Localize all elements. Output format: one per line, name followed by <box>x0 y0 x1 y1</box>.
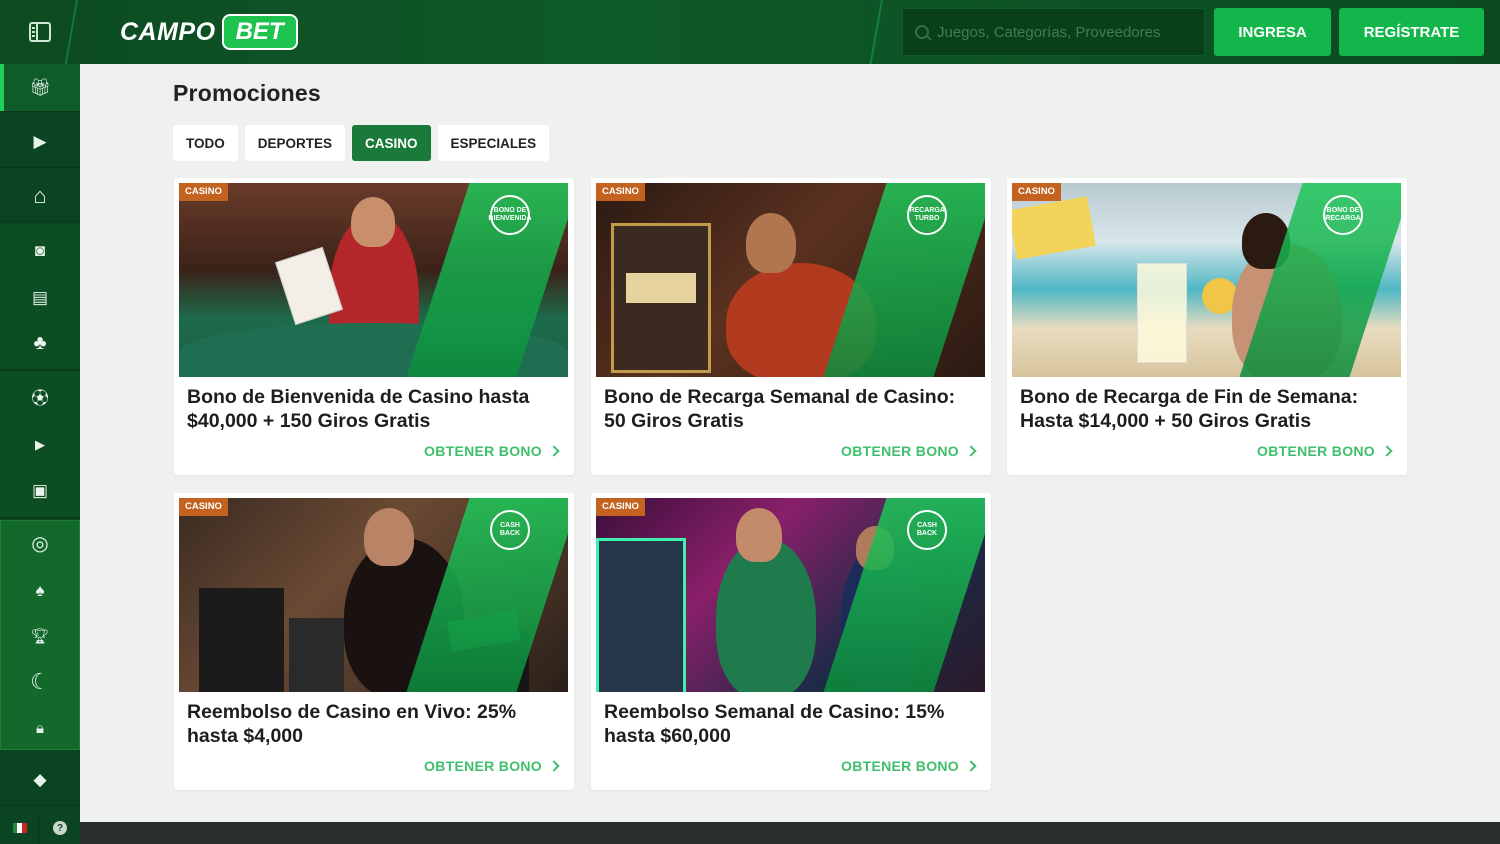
cashback-badge-icon: CASH BACK <box>490 510 530 550</box>
trophy-icon: 🏆︎ <box>30 627 50 645</box>
lock-icon: 🔒︎ <box>36 719 44 737</box>
sidebar-item-live-casino[interactable]: ▤ <box>0 274 80 320</box>
sidebar-toggle-icon[interactable] <box>29 22 51 42</box>
promo-image: CASH BACK <box>179 498 568 692</box>
help-button[interactable]: ? <box>40 812 80 844</box>
sidebar-item-vip[interactable]: ◆ <box>0 754 80 806</box>
language-selector[interactable] <box>0 812 40 844</box>
slot-icon: ◙ <box>34 240 46 260</box>
chevron-right-icon <box>548 760 560 772</box>
target-icon: ◎ <box>31 533 49 555</box>
get-bonus-label: OBTENER BONO <box>424 758 542 774</box>
sidebar-item-live-sports[interactable]: ▶ <box>0 422 80 466</box>
get-bonus-link[interactable]: OBTENER BONO <box>841 758 977 774</box>
logo[interactable]: CAMPO BET <box>120 14 298 50</box>
promo-title: Bono de Recarga Semanal de Casino: 50 Gi… <box>604 386 956 432</box>
cashback-badge-icon: CASH BACK <box>907 510 947 550</box>
get-bonus-link[interactable]: OBTENER BONO <box>841 443 977 459</box>
gift-icon: 🎁︎ <box>29 78 51 97</box>
register-button[interactable]: REGÍSTRATE <box>1339 8 1484 56</box>
header-decoration <box>860 0 894 64</box>
header-decoration <box>58 0 86 64</box>
promo-card[interactable]: RECARGA TURBO CASINO Bono de Recarga Sem… <box>591 178 991 475</box>
search-icon <box>915 25 929 39</box>
tab-todo[interactable]: TODO <box>173 125 238 161</box>
category-tag: CASINO <box>596 183 645 201</box>
search-box[interactable] <box>902 8 1205 56</box>
sidebar-item-lottery[interactable]: ♣ <box>0 320 80 366</box>
get-bonus-label: OBTENER BONO <box>424 443 542 459</box>
tab-casino[interactable]: CASINO <box>352 125 431 161</box>
promo-card[interactable]: BONO DE BIENVENIDA CASINO Bono de Bienve… <box>174 178 574 475</box>
sidebar-item-home[interactable]: ⌂ <box>0 170 80 222</box>
diamond-icon: ◆ <box>33 770 47 789</box>
promo-card[interactable]: CASH BACK CASINO Reembolso Semanal de Ca… <box>591 493 991 790</box>
promo-title: Bono de Recarga de Fin de Semana: Hasta … <box>1020 386 1359 432</box>
top-header: CAMPO BET INGRESA REGÍSTRATE <box>0 0 1500 64</box>
esports-icon: ▣ <box>31 480 49 500</box>
get-bonus-link[interactable]: OBTENER BONO <box>424 443 560 459</box>
get-bonus-link[interactable]: OBTENER BONO <box>1257 443 1393 459</box>
category-tag: CASINO <box>179 498 228 516</box>
sidebar-item-esports[interactable]: ▣ <box>0 468 80 512</box>
sidebar-item-play[interactable]: ▶ <box>0 116 80 168</box>
sidebar-item-sports[interactable]: ⚽︎ <box>0 376 80 420</box>
promo-tabs: TODO DEPORTES CASINO ESPECIALES <box>173 125 550 161</box>
sidebar-item-slots[interactable]: ◙ <box>0 228 80 272</box>
promo-title: Reembolso Semanal de Casino: 15% hasta $… <box>604 701 945 747</box>
clover-icon: ♣ <box>33 332 47 354</box>
sidebar-item-tournaments[interactable]: 🏆︎ <box>0 614 80 658</box>
bonus-badge-icon: BONO DE BIENVENIDA <box>488 195 532 235</box>
logo-text-bet: BET <box>221 14 298 50</box>
sidebar-item-promotions[interactable]: 🎁︎ <box>0 64 80 112</box>
get-bonus-label: OBTENER BONO <box>841 443 959 459</box>
chevron-right-icon <box>1381 445 1393 457</box>
sidebar-footer: ? <box>0 812 80 844</box>
sidebar-item-missions[interactable]: ◎ <box>0 522 80 566</box>
promo-image: BONO DE RECARGA <box>1012 183 1401 377</box>
promo-image: RECARGA TURBO <box>596 183 985 377</box>
chevron-right-icon <box>965 760 977 772</box>
live-casino-icon: ▤ <box>31 287 49 307</box>
promo-card[interactable]: BONO DE RECARGA CASINO Bono de Recarga d… <box>1007 178 1407 475</box>
search-input[interactable] <box>937 23 1197 41</box>
footer-strip <box>80 822 1500 844</box>
promo-image: CASH BACK <box>596 498 985 692</box>
get-bonus-link[interactable]: OBTENER BONO <box>424 758 560 774</box>
logo-text-campo: CAMPO <box>120 17 216 46</box>
video-icon: ▶ <box>35 436 45 452</box>
category-tag: CASINO <box>1012 183 1061 201</box>
page-title: Promociones <box>173 80 321 106</box>
promo-title: Bono de Bienvenida de Casino hasta $40,0… <box>187 386 530 432</box>
get-bonus-label: OBTENER BONO <box>1257 443 1375 459</box>
help-icon: ? <box>53 821 67 835</box>
soccer-ball-icon: ⚽︎ <box>31 388 49 408</box>
tab-especiales[interactable]: ESPECIALES <box>437 125 550 161</box>
category-tag: CASINO <box>179 183 228 201</box>
sidebar: 🎁︎ ▶ ⌂ ◙ ▤ ♣ ⚽︎ ▶ ▣ ◎ ♠ 🏆︎ ☾ 🔒︎ ◆ ? <box>0 64 80 844</box>
bonus-badge-icon: RECARGA TURBO <box>907 195 947 235</box>
play-square-icon: ▶ <box>33 132 47 151</box>
login-button[interactable]: INGRESA <box>1214 8 1331 56</box>
promo-image: BONO DE BIENVENIDA <box>179 183 568 377</box>
chevron-right-icon <box>548 445 560 457</box>
home-icon: ⌂ <box>33 182 47 208</box>
sidebar-item-cards[interactable]: ♠ <box>0 568 80 612</box>
sidebar-item-vault[interactable]: 🔒︎ <box>0 706 80 750</box>
promo-title: Reembolso de Casino en Vivo: 25% hasta $… <box>187 701 517 747</box>
tab-deportes[interactable]: DEPORTES <box>244 125 346 161</box>
category-tag: CASINO <box>596 498 645 516</box>
get-bonus-label: OBTENER BONO <box>841 758 959 774</box>
mexico-flag-icon <box>12 823 27 833</box>
sidebar-item-campo-club[interactable]: ☾ <box>0 660 80 704</box>
cards-icon: ♠ <box>35 580 45 600</box>
bonus-badge-icon: BONO DE RECARGA <box>1323 195 1363 235</box>
promo-card[interactable]: CASH BACK CASINO Reembolso de Casino en … <box>174 493 574 790</box>
chevron-right-icon <box>965 445 977 457</box>
lightning-icon: ☾ <box>30 669 50 694</box>
